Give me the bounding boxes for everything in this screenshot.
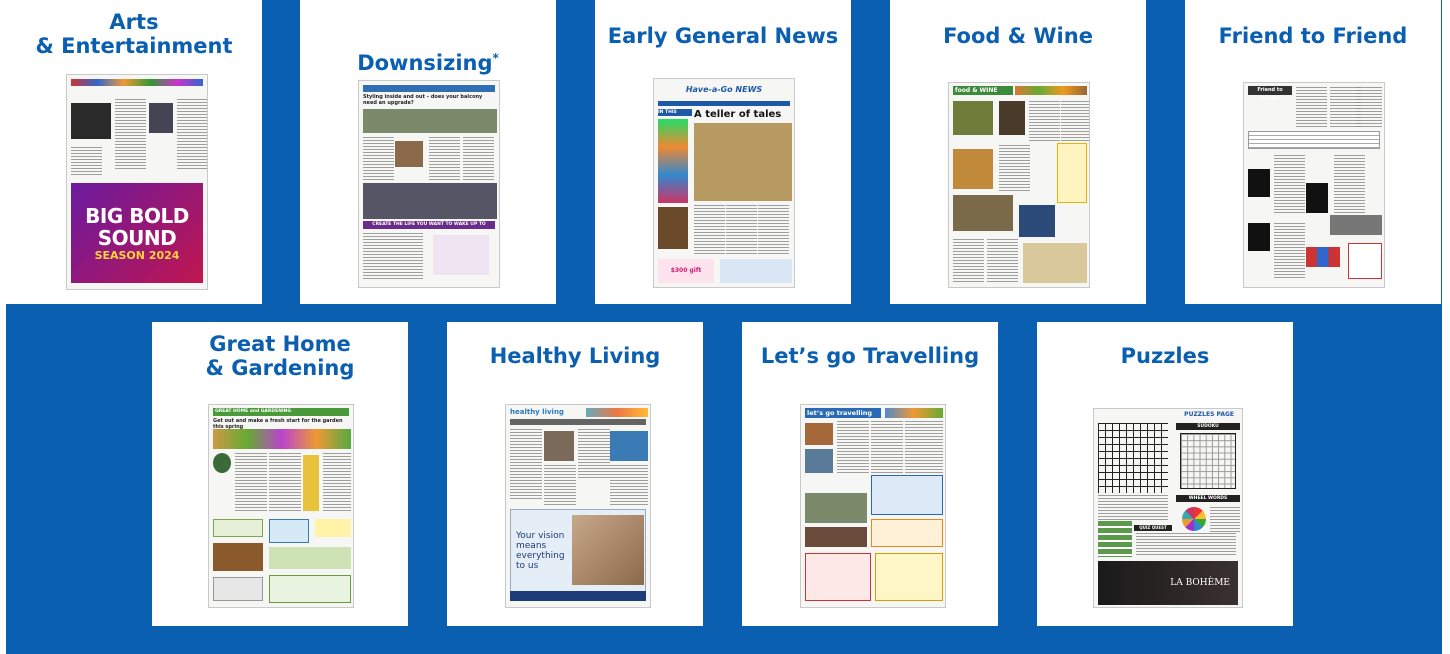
page-thumbnail[interactable]: Friend to Friend bbox=[1243, 82, 1385, 288]
section-card-lets-go-travelling[interactable]: Let’s go Travelling let’s go travelling bbox=[742, 322, 998, 626]
section-title: Great Home & Gardening bbox=[205, 332, 355, 380]
crossword-grid bbox=[1098, 423, 1168, 493]
page-thumbnail[interactable]: let’s go travelling bbox=[800, 404, 946, 608]
sections-panel: Arts & Entertainment BIG BOLD SOUND SEAS… bbox=[6, 0, 1442, 654]
section-title: Let’s go Travelling bbox=[760, 344, 980, 368]
section-title: Early General News bbox=[607, 24, 839, 48]
section-card-arts-entertainment[interactable]: Arts & Entertainment BIG BOLD SOUND SEAS… bbox=[6, 0, 262, 304]
section-title: Healthy Living bbox=[489, 344, 661, 368]
section-card-downsizing[interactable]: Downsizing* Styling inside and out – doe… bbox=[300, 0, 556, 304]
section-title: Friend to Friend bbox=[1218, 24, 1408, 48]
section-title: Downsizing* bbox=[357, 51, 499, 75]
section-card-healthy-living[interactable]: Healthy Living healthy living Your visio… bbox=[447, 322, 703, 626]
section-card-food-wine[interactable]: Food & Wine food & WINE bbox=[890, 0, 1146, 304]
section-card-early-general-news[interactable]: Early General News Have-a-Go NEWS IN THI… bbox=[595, 0, 851, 304]
section-title: Food & Wine bbox=[943, 24, 1093, 48]
page-thumbnail[interactable]: BIG BOLD SOUND SEASON 2024 bbox=[66, 74, 208, 290]
concert-ad: BIG BOLD SOUND SEASON 2024 bbox=[71, 183, 203, 283]
page-thumbnail[interactable]: PUZZLES PAGE SUDOKU WHEEL WORDS QUIZ QUE… bbox=[1093, 408, 1243, 608]
section-card-great-home-gardening[interactable]: Great Home & Gardening GREAT HOME and GA… bbox=[152, 322, 408, 626]
section-card-puzzles[interactable]: Puzzles PUZZLES PAGE SUDOKU WHEEL WORDS … bbox=[1037, 322, 1293, 626]
section-title: Arts & Entertainment bbox=[35, 10, 233, 58]
section-title: Puzzles bbox=[1120, 344, 1210, 368]
page-thumbnail[interactable]: Have-a-Go NEWS IN THIS ISSUE A teller of… bbox=[653, 78, 795, 288]
page-thumbnail[interactable]: GREAT HOME and GARDENING Get out and mak… bbox=[208, 404, 354, 608]
page-thumbnail[interactable]: Styling inside and out – does your balco… bbox=[358, 80, 500, 288]
page-thumbnail[interactable]: food & WINE bbox=[948, 82, 1090, 288]
page-thumbnail[interactable]: healthy living Your vision means everyth… bbox=[505, 404, 651, 608]
section-card-friend-to-friend[interactable]: Friend to Friend Friend to Friend bbox=[1185, 0, 1441, 304]
